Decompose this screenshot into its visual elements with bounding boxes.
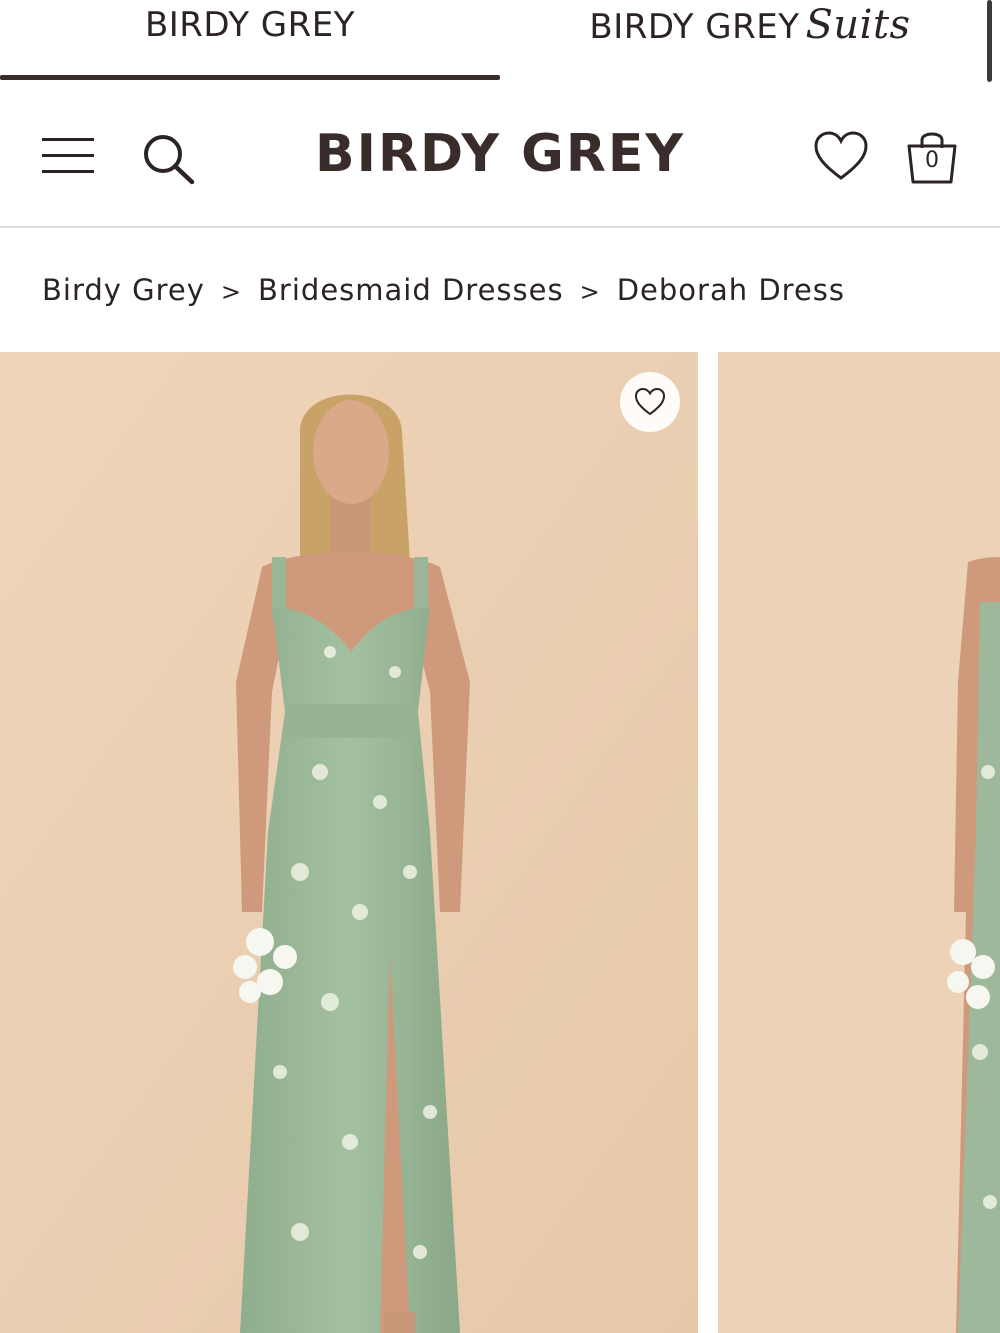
site-header: BIRDY GREY 0	[0, 100, 1000, 228]
model-illustration	[0, 352, 698, 1333]
product-gallery[interactable]	[0, 352, 1000, 1333]
wishlist-button[interactable]	[812, 130, 870, 184]
tab-birdy-grey-suits[interactable]: BIRDY GREY Suits	[500, 0, 1000, 50]
breadcrumb-bridesmaid-dresses[interactable]: Bridesmaid Dresses	[258, 273, 564, 307]
hamburger-menu-icon	[42, 138, 94, 141]
tab-suits-label: Suits	[805, 2, 911, 48]
model-illustration-partial	[718, 352, 1000, 1333]
active-tab-indicator	[0, 75, 500, 80]
product-image-secondary[interactable]	[718, 352, 1000, 1333]
heart-icon	[634, 387, 666, 416]
hamburger-line	[42, 154, 94, 157]
brand-tabs: BIRDY GREY BIRDY GREY Suits	[0, 0, 1000, 84]
cart-count: 0	[925, 148, 939, 173]
breadcrumb-separator: >	[220, 278, 243, 306]
product-image-main[interactable]	[0, 352, 698, 1333]
breadcrumb-current-page: Deborah Dress	[616, 273, 846, 307]
breadcrumb-home[interactable]: Birdy Grey	[42, 273, 205, 307]
tab-birdy-grey-label: BIRDY GREY	[144, 5, 356, 45]
site-logo[interactable]: BIRDY GREY	[250, 124, 750, 184]
heart-icon	[814, 131, 868, 180]
tab-birdy-grey[interactable]: BIRDY GREY	[0, 0, 500, 50]
tab-birdy-grey-suits-label: BIRDY GREY	[589, 7, 800, 47]
breadcrumb: Birdy Grey > Bridesmaid Dresses > Deborah Dr…	[42, 270, 845, 310]
menu-button[interactable]	[42, 134, 98, 178]
cart-button[interactable]: 0	[902, 126, 962, 186]
scrollbar[interactable]	[987, 0, 992, 82]
breadcrumb-separator: >	[579, 278, 601, 306]
favorite-button[interactable]	[620, 372, 680, 432]
hamburger-line	[42, 170, 94, 173]
search-button[interactable]	[138, 130, 198, 186]
search-icon	[144, 135, 195, 185]
